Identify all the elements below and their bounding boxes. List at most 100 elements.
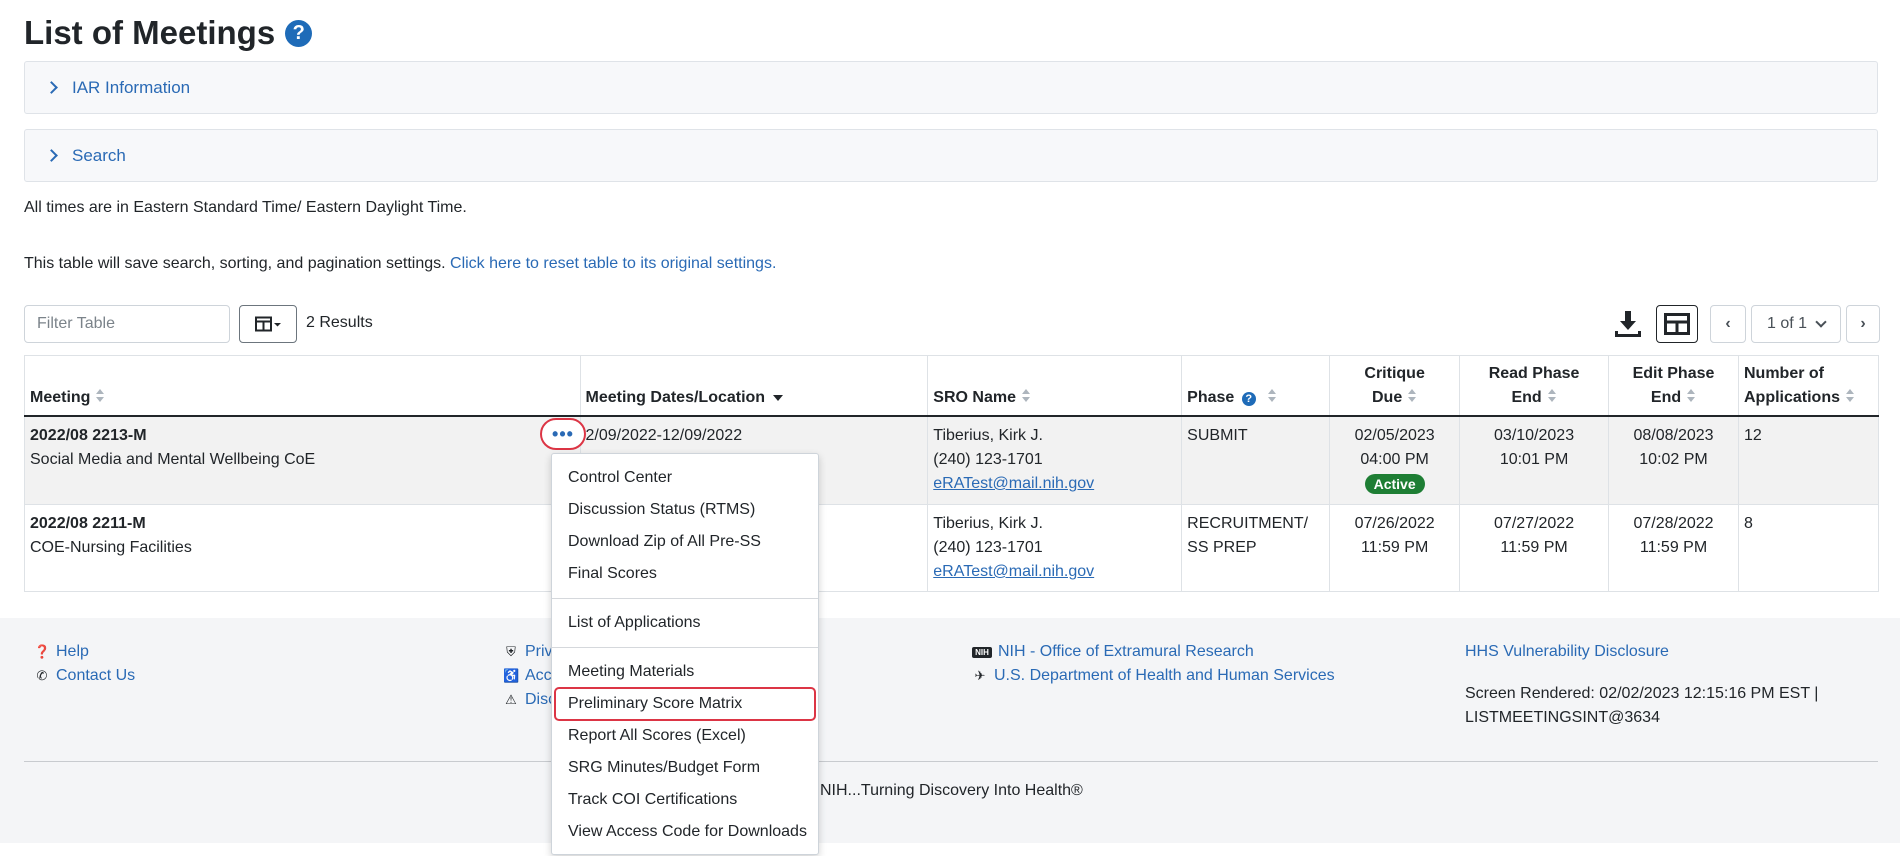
search-accordion[interactable]: Search bbox=[24, 129, 1878, 182]
sort-icon bbox=[1021, 389, 1031, 403]
question-circle-icon[interactable]: ? bbox=[1241, 392, 1256, 406]
header-read-phase-end[interactable]: Read Phase End bbox=[1459, 355, 1610, 417]
header-critique-due[interactable]: Critique Due bbox=[1329, 355, 1461, 417]
chevron-left-icon: ‹ bbox=[1725, 315, 1731, 332]
search-label: Search bbox=[72, 145, 126, 165]
chevron-right-icon bbox=[45, 149, 58, 162]
meeting-id[interactable]: 2022/08 2213-M bbox=[30, 427, 147, 444]
table-view-button[interactable] bbox=[1656, 305, 1698, 343]
chevron-down-icon bbox=[1815, 315, 1827, 328]
sro-email-link[interactable]: eRATest@mail.nih.gov bbox=[933, 475, 1094, 492]
header-phase[interactable]: Phase ? bbox=[1181, 355, 1331, 417]
menu-item-meeting-materials[interactable]: Meeting Materials bbox=[552, 656, 818, 688]
page-title-text: List of Meetings bbox=[24, 14, 276, 51]
menu-item-view-access-code[interactable]: View Access Code for Downloads bbox=[552, 816, 818, 848]
table-view-icon bbox=[1664, 313, 1690, 335]
menu-item-control-center[interactable]: Control Center bbox=[552, 462, 818, 494]
sro-email-link[interactable]: eRATest@mail.nih.gov bbox=[933, 563, 1094, 580]
menu-item-list-of-applications[interactable]: List of Applications bbox=[552, 607, 818, 639]
menu-item-report-all-scores[interactable]: Report All Scores (Excel) bbox=[552, 720, 818, 752]
footer-divider bbox=[24, 761, 1878, 762]
read-phase-end-cell: 03/10/2023 10:01 PM bbox=[1459, 415, 1610, 505]
timezone-note: All times are in Eastern Standard Time/ … bbox=[24, 199, 467, 216]
menu-item-preliminary-score-matrix[interactable]: Preliminary Score Matrix bbox=[554, 687, 816, 721]
header-edit-phase-end[interactable]: Edit Phase End bbox=[1608, 355, 1739, 417]
sro-phone: (240) 123-1701 bbox=[933, 539, 1043, 556]
shield-icon: ⛨ bbox=[506, 644, 516, 659]
contact-us-link[interactable]: ✆ Contact Us bbox=[34, 667, 136, 685]
meeting-cell: 2022/08 2213-M Social Media and Mental W… bbox=[24, 415, 581, 505]
filter-table-input[interactable] bbox=[24, 305, 230, 343]
next-page-button[interactable]: › bbox=[1846, 305, 1880, 343]
reset-table-link[interactable]: Click here to reset table to its origina… bbox=[450, 255, 776, 272]
sro-name: Tiberius, Kirk J. bbox=[933, 515, 1043, 532]
row-actions-menu: Control Center Discussion Status (RTMS) … bbox=[551, 453, 819, 855]
page-title: List of Meetings ? bbox=[24, 14, 313, 52]
phone-icon: ✆ bbox=[36, 668, 48, 683]
menu-item-discussion-status[interactable]: Discussion Status (RTMS) bbox=[552, 494, 818, 526]
edit-phase-end-cell: 07/28/2022 11:59 PM bbox=[1608, 504, 1739, 592]
menu-divider bbox=[552, 598, 818, 599]
sro-name: Tiberius, Kirk J. bbox=[933, 427, 1043, 444]
status-badge: Active bbox=[1364, 474, 1425, 494]
disclaimer-link[interactable]: ⚠ Disc bbox=[503, 691, 556, 709]
read-phase-end-cell: 07/27/2022 11:59 PM bbox=[1459, 504, 1610, 592]
table-row[interactable]: 2022/08 2213-M Social Media and Mental W… bbox=[24, 415, 1880, 505]
header-sro-name[interactable]: SRO Name bbox=[927, 355, 1183, 417]
edit-phase-end-cell: 08/08/2023 10:02 PM bbox=[1608, 415, 1739, 505]
screen-rendered-text: Screen Rendered: 02/02/2023 12:15:16 PM … bbox=[1465, 685, 1819, 726]
table-header-row: Meeting Meeting Dates/Location SRO Name … bbox=[24, 355, 1880, 417]
settings-note: This table will save search, sorting, an… bbox=[24, 255, 776, 273]
header-number-of-applications[interactable]: Number of Applications bbox=[1737, 355, 1880, 417]
menu-item-final-scores[interactable]: Final Scores bbox=[552, 558, 818, 590]
download-icon bbox=[1615, 311, 1641, 337]
hhs-vulnerability-link[interactable]: HHS Vulnerability Disclosure bbox=[1465, 643, 1669, 661]
sort-icon bbox=[1267, 389, 1277, 403]
hhs-eagle-icon: ✈ bbox=[974, 668, 986, 683]
meeting-cell: 2022/08 2211-M COE-Nursing Facilities bbox=[24, 504, 581, 592]
menu-item-srg-minutes[interactable]: SRG Minutes/Budget Form bbox=[552, 752, 818, 784]
download-button[interactable] bbox=[1608, 305, 1648, 343]
header-meeting-dates[interactable]: Meeting Dates/Location bbox=[579, 355, 929, 417]
question-circle-icon[interactable]: ? bbox=[285, 19, 313, 47]
meeting-dates: 2/09/2022-12/09/2022 bbox=[585, 427, 743, 444]
accessibility-icon: ♿ bbox=[503, 668, 520, 683]
column-toggle-button[interactable] bbox=[239, 305, 297, 343]
nih-oer-link[interactable]: NIH NIH - Office of Extramural Research bbox=[972, 643, 1254, 661]
phase-cell: RECRUITMENT/SS PREP bbox=[1181, 504, 1331, 592]
chevron-right-icon: › bbox=[1860, 315, 1866, 332]
warning-icon: ⚠ bbox=[505, 692, 517, 707]
iar-information-accordion[interactable]: IAR Information bbox=[24, 61, 1878, 114]
accessibility-link[interactable]: ♿ Acc bbox=[503, 667, 552, 685]
meetings-table: Meeting Meeting Dates/Location SRO Name … bbox=[24, 355, 1880, 592]
sort-desc-icon bbox=[773, 395, 784, 401]
menu-item-download-zip[interactable]: Download Zip of All Pre-SS bbox=[552, 526, 818, 558]
help-link[interactable]: ❓ Help bbox=[34, 643, 89, 661]
hhs-link[interactable]: ✈ U.S. Department of Health and Human Ser… bbox=[972, 667, 1335, 685]
results-count: 2 Results bbox=[306, 314, 373, 331]
sro-cell: Tiberius, Kirk J. (240) 123-1701 eRATest… bbox=[927, 504, 1183, 592]
nih-logo-icon: NIH bbox=[972, 646, 992, 658]
critique-due-cell: 07/26/2022 11:59 PM bbox=[1329, 504, 1461, 592]
number-of-applications-cell: 12 bbox=[1737, 415, 1880, 505]
page-select[interactable]: 1 of 1 bbox=[1751, 305, 1841, 343]
chevron-right-icon bbox=[45, 81, 58, 94]
sort-icon bbox=[1687, 389, 1696, 403]
row-actions-button[interactable]: ••• bbox=[540, 418, 586, 450]
sort-icon bbox=[1846, 389, 1855, 403]
question-circle-icon: ❓ bbox=[34, 644, 51, 659]
meeting-name: COE-Nursing Facilities bbox=[30, 539, 192, 556]
menu-item-track-coi[interactable]: Track COI Certifications bbox=[552, 784, 818, 816]
sro-phone: (240) 123-1701 bbox=[933, 451, 1043, 468]
meeting-id[interactable]: 2022/08 2211-M bbox=[30, 515, 146, 532]
header-meeting[interactable]: Meeting bbox=[24, 355, 581, 417]
footer-tagline: NIH...Turning Discovery Into Health® bbox=[820, 782, 1083, 799]
meeting-name: Social Media and Mental Wellbeing CoE bbox=[30, 451, 316, 468]
columns-icon bbox=[255, 316, 281, 332]
critique-due-cell: 02/05/2023 04:00 PM Active bbox=[1329, 415, 1461, 505]
privacy-link[interactable]: ⛨ Priv bbox=[503, 643, 552, 661]
previous-page-button[interactable]: ‹ bbox=[1710, 305, 1746, 343]
number-of-applications-cell: 8 bbox=[1737, 504, 1880, 592]
table-row[interactable]: 2022/08 2211-M COE-Nursing Facilities Ti… bbox=[24, 504, 1880, 592]
sro-cell: Tiberius, Kirk J. (240) 123-1701 eRATest… bbox=[927, 415, 1183, 505]
